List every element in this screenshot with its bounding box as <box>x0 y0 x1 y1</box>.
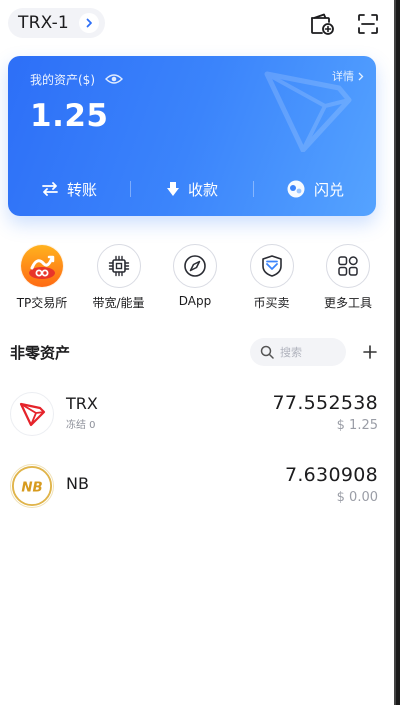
card-actions: 转账 收款 闪兑 <box>8 174 376 204</box>
tool-label: DApp <box>178 294 212 308</box>
chevron-right-icon <box>358 72 364 80</box>
asset-symbol: TRX <box>66 394 98 413</box>
compass-icon <box>173 244 217 288</box>
swap-button[interactable]: 闪兑 <box>254 179 376 200</box>
transfer-button[interactable]: 转账 <box>8 179 130 200</box>
search-icon <box>260 345 274 359</box>
svg-text:NB: NB <box>21 480 42 495</box>
wallet-name: TRX-1 <box>18 13 69 33</box>
swap-icon <box>287 180 305 198</box>
wallet-switcher[interactable]: TRX-1 <box>8 8 105 38</box>
total-balance: 1.25 <box>30 98 109 134</box>
asset-amount: 7.630908 <box>284 464 378 486</box>
screen-edge <box>394 0 400 705</box>
transfer-icon <box>42 182 58 196</box>
receive-button[interactable]: 收款 <box>131 179 253 200</box>
assets-title: 非零资产 <box>10 344 71 362</box>
tool-dapp[interactable]: DApp <box>159 244 231 314</box>
asset-card[interactable]: 我的资产($) 详情 1.25 转账 收款 闪兑 <box>8 56 376 216</box>
chip-icon <box>96 244 141 288</box>
wallet-add-icon[interactable] <box>308 10 336 38</box>
asset-amount: 77.552538 <box>272 392 378 414</box>
chevron-right-icon <box>78 13 99 33</box>
receive-icon <box>166 182 179 196</box>
tool-label: 币买卖 <box>253 296 290 310</box>
grid-icon <box>326 244 370 288</box>
assets-header: 非零资产 搜索 <box>10 336 384 368</box>
search-placeholder: 搜索 <box>280 346 302 359</box>
tp-exchange-icon <box>20 244 64 288</box>
eye-icon[interactable] <box>105 70 123 89</box>
receive-label: 收款 <box>187 180 218 199</box>
search-input[interactable]: 搜索 <box>250 338 346 366</box>
swap-label: 闪兑 <box>313 180 344 199</box>
tool-label: 带宽/能量 <box>92 296 145 310</box>
scan-icon[interactable] <box>354 10 382 38</box>
tool-buy-sell[interactable]: 币买卖 <box>236 244 308 314</box>
asset-label: 我的资产($) <box>30 73 95 87</box>
asset-row-nb[interactable]: NB NB 7.630908 $ 0.00 <box>0 450 384 520</box>
asset-symbol: NB <box>66 474 89 493</box>
asset-row-trx[interactable]: TRX 冻结 0 77.552538 $ 1.25 <box>0 378 384 448</box>
trx-logo-icon <box>10 392 54 436</box>
tool-bandwidth-energy[interactable]: 带宽/能量 <box>83 244 155 314</box>
asset-value: $ 0.00 <box>336 490 378 505</box>
transfer-label: 转账 <box>66 180 97 199</box>
tool-more[interactable]: 更多工具 <box>312 244 384 314</box>
tool-label: TP交易所 <box>16 296 68 310</box>
tool-tp-exchange[interactable]: TP交易所 <box>6 244 78 314</box>
detail-link[interactable]: 详情 <box>332 68 364 84</box>
shield-icon <box>249 244 294 288</box>
plus-icon <box>363 345 377 359</box>
asset-frozen: 冻结 0 <box>66 420 96 431</box>
quick-tools: TP交易所 带宽/能量 DApp 币买卖 更多工具 <box>6 244 384 314</box>
nb-logo-icon: NB <box>10 464 54 508</box>
add-asset-button[interactable] <box>356 338 384 366</box>
top-bar: TRX-1 <box>8 8 386 40</box>
tool-label: 更多工具 <box>323 296 372 310</box>
detail-label: 详情 <box>332 70 354 83</box>
asset-value: $ 1.25 <box>336 418 378 433</box>
